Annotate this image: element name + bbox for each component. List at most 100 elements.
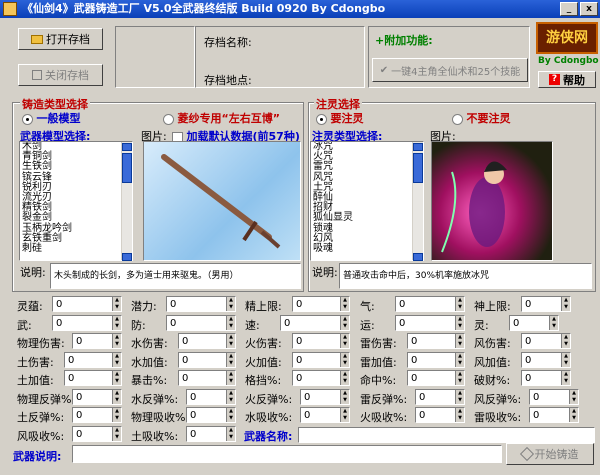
stat-spinner[interactable]: 0 ▲ ▼	[529, 388, 579, 405]
stat-spinner[interactable]: 0 ▲ ▼	[178, 370, 236, 386]
spin-arrows-icon[interactable]: ▲ ▼	[455, 297, 464, 311]
spin-arrows-icon[interactable]: ▲ ▼	[455, 334, 464, 348]
stat-spinner[interactable]: 0 ▲ ▼	[72, 333, 122, 349]
scroll-down-icon[interactable]	[413, 253, 423, 261]
weapon-desc-input[interactable]	[72, 445, 502, 463]
stat-spinner[interactable]: 0 ▲ ▼	[407, 370, 465, 386]
spin-arrows-icon[interactable]: ▲ ▼	[340, 352, 349, 367]
stat-spinner[interactable]: 0 ▲ ▼	[407, 333, 465, 349]
spin-arrows-icon[interactable]: ▲ ▼	[455, 352, 464, 367]
stat-spinner[interactable]: 0 ▲ ▼	[415, 388, 465, 405]
spin-arrows-icon[interactable]: ▲ ▼	[226, 297, 235, 311]
stat-spinner[interactable]: 0 ▲ ▼	[72, 407, 122, 423]
soul-option-yes[interactable]: 要注灵	[316, 110, 364, 126]
stat-spinner[interactable]: 0 ▲ ▼	[395, 296, 465, 312]
spin-arrows-icon[interactable]: ▲ ▼	[226, 408, 235, 422]
stat-spinner[interactable]: 0 ▲ ▼	[521, 351, 571, 368]
spin-arrows-icon[interactable]: ▲ ▼	[112, 297, 121, 311]
stat-spinner[interactable]: 0 ▲ ▼	[178, 333, 236, 349]
stat-spinner[interactable]: 0 ▲ ▼	[166, 296, 236, 312]
soul-option-no[interactable]: 不要注灵	[452, 110, 511, 126]
stat-spinner[interactable]: 0 ▲ ▼	[292, 370, 350, 386]
stat-spinner[interactable]: 0 ▲ ▼	[186, 388, 236, 405]
weapon-name-input[interactable]	[298, 427, 595, 443]
stat-spinner[interactable]: 0 ▲ ▼	[178, 351, 236, 368]
stat-spinner[interactable]: 0 ▲ ▼	[521, 296, 571, 312]
spin-arrows-icon[interactable]: ▲ ▼	[226, 315, 235, 330]
spin-arrows-icon[interactable]: ▲ ▼	[112, 352, 121, 367]
spin-arrows-icon[interactable]: ▲ ▼	[340, 408, 349, 422]
stat-spinner[interactable]: 0 ▲ ▼	[407, 351, 465, 368]
stat-label: 水反弹%:	[131, 392, 179, 406]
stat-spinner[interactable]: 0 ▲ ▼	[186, 425, 236, 442]
weapon-model-list[interactable]: 木剑 青铜剑 生铁剑 镔云锋 锐利刃 流光刃 精铁剑 裂金剑 玉柄龙吟剑 玄铁重剑 刺硅	[19, 141, 133, 261]
spin-arrows-icon[interactable]: ▲ ▼	[340, 297, 349, 311]
spin-arrows-icon[interactable]: ▲ ▼	[561, 352, 570, 367]
spin-arrows-icon[interactable]: ▲ ▼	[561, 297, 570, 311]
stat-spinner[interactable]: 0 ▲ ▼	[300, 407, 350, 423]
spin-arrows-icon[interactable]: ▲ ▼	[226, 371, 235, 385]
scroll-thumb[interactable]	[413, 153, 423, 183]
spin-arrows-icon[interactable]: ▲ ▼	[226, 334, 235, 348]
stat-spinner[interactable]: 0 ▲ ▼	[521, 370, 571, 386]
stat-spinner[interactable]: 0 ▲ ▼	[395, 314, 465, 331]
forge-option-normal[interactable]: 一般模型	[22, 110, 81, 126]
stat-spinner[interactable]: 0 ▲ ▼	[52, 296, 122, 312]
help-button[interactable]: ? 帮助	[538, 71, 596, 88]
stat-spinner[interactable]: 0 ▲ ▼	[292, 296, 350, 312]
scroll-up-icon[interactable]	[122, 143, 132, 151]
spin-arrows-icon[interactable]: ▲ ▼	[226, 352, 235, 367]
spin-arrows-icon[interactable]: ▲ ▼	[112, 371, 121, 385]
stat-spinner[interactable]: 0 ▲ ▼	[292, 351, 350, 368]
stat-spinner[interactable]: 0 ▲ ▼	[52, 314, 122, 331]
spin-arrows-icon[interactable]: ▲ ▼	[340, 371, 349, 385]
spin-arrows-icon[interactable]: ▲ ▼	[561, 371, 570, 385]
spin-arrows-icon[interactable]: ▲ ▼	[340, 389, 349, 404]
spin-arrows-icon[interactable]: ▲ ▼	[340, 334, 349, 348]
spin-arrows-icon[interactable]: ▲ ▼	[112, 389, 121, 404]
list-item[interactable]: 吸魂	[313, 243, 423, 254]
forge-option-lingsha[interactable]: 菱纱专用“左右互博”	[163, 110, 280, 126]
spin-arrows-icon[interactable]: ▲ ▼	[455, 371, 464, 385]
stat-spinner[interactable]: 0 ▲ ▼	[72, 388, 122, 405]
stat-spinner[interactable]: 0 ▲ ▼	[415, 407, 465, 423]
spin-arrows-icon[interactable]: ▲ ▼	[455, 408, 464, 422]
learn-all-skills-button[interactable]: ✔ 一键4主角全仙术和25个技能	[372, 58, 528, 82]
soul-type-list[interactable]: 冰咒 火咒 雷咒 风咒 土咒 醉仙 招财 狐仙显灵 锁魂 幻风 吸魂	[310, 141, 424, 261]
spin-arrows-icon[interactable]: ▲ ▼	[226, 426, 235, 441]
spin-arrows-icon[interactable]: ▲ ▼	[569, 408, 578, 422]
weapon-list-scrollbar[interactable]	[121, 142, 132, 261]
spin-arrows-icon[interactable]: ▲ ▼	[226, 389, 235, 404]
spin-arrows-icon[interactable]: ▲ ▼	[340, 315, 349, 330]
stat-spinner[interactable]: 0 ▲ ▼	[509, 314, 559, 331]
close-save-button[interactable]: 关闭存档	[18, 64, 103, 86]
scroll-up-icon[interactable]	[413, 143, 423, 151]
close-button[interactable]: x	[580, 2, 598, 16]
spin-arrows-icon[interactable]: ▲ ▼	[455, 389, 464, 404]
spin-arrows-icon[interactable]: ▲ ▼	[549, 315, 558, 330]
stat-spinner[interactable]: 0 ▲ ▼	[186, 407, 236, 423]
stat-spinner[interactable]: 0 ▲ ▼	[292, 333, 350, 349]
spin-arrows-icon[interactable]: ▲ ▼	[569, 389, 578, 404]
stat-spinner[interactable]: 0 ▲ ▼	[521, 333, 571, 349]
spin-arrows-icon[interactable]: ▲ ▼	[561, 334, 570, 348]
stat-spinner[interactable]: 0 ▲ ▼	[72, 425, 122, 442]
spin-arrows-icon[interactable]: ▲ ▼	[112, 334, 121, 348]
start-forge-button[interactable]: 开始铸造	[506, 443, 594, 465]
scroll-down-icon[interactable]	[122, 253, 132, 261]
stat-spinner[interactable]: 0 ▲ ▼	[529, 407, 579, 423]
list-item[interactable]: 刺硅	[22, 243, 132, 254]
soul-list-scrollbar[interactable]	[412, 142, 423, 261]
stat-spinner[interactable]: 0 ▲ ▼	[280, 314, 350, 331]
spin-arrows-icon[interactable]: ▲ ▼	[112, 426, 121, 441]
spin-arrows-icon[interactable]: ▲ ▼	[112, 315, 121, 330]
spin-arrows-icon[interactable]: ▲ ▼	[112, 408, 121, 422]
minimize-button[interactable]: _	[560, 2, 578, 16]
spin-arrows-icon[interactable]: ▲ ▼	[455, 315, 464, 330]
stat-spinner[interactable]: 0 ▲ ▼	[300, 388, 350, 405]
stat-spinner[interactable]: 0 ▲ ▼	[64, 370, 122, 386]
scroll-thumb[interactable]	[122, 153, 132, 183]
open-save-button[interactable]: 打开存档	[18, 28, 103, 50]
stat-spinner[interactable]: 0 ▲ ▼	[166, 314, 236, 331]
stat-spinner[interactable]: 0 ▲ ▼	[64, 351, 122, 368]
